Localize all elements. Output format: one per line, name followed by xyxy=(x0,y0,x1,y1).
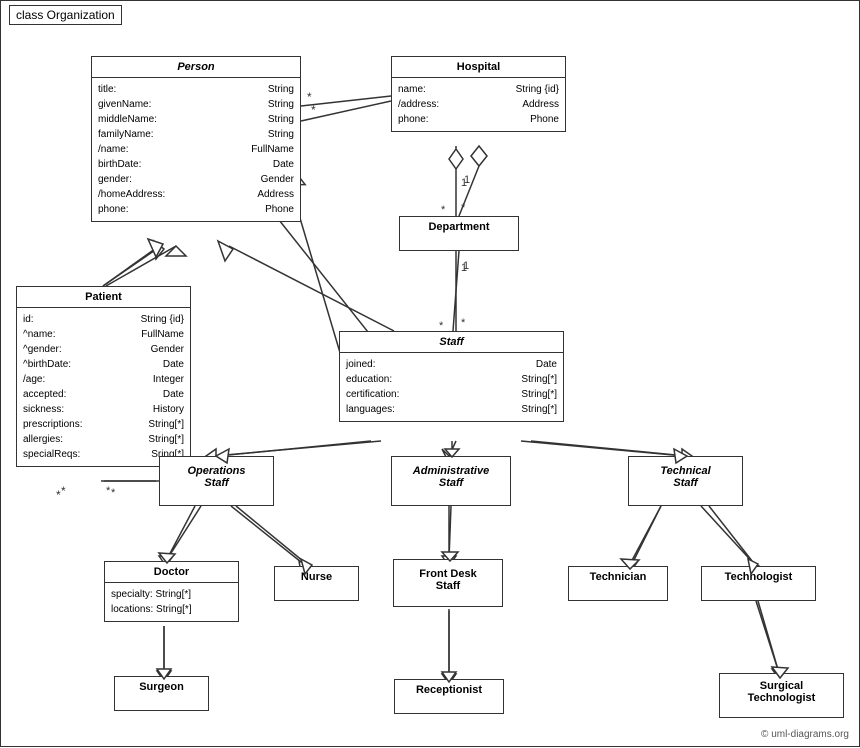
svg-text:*: * xyxy=(56,488,61,502)
svg-text:*: * xyxy=(106,485,111,497)
svg-text:1: 1 xyxy=(464,174,470,186)
svg-text:*: * xyxy=(307,90,312,104)
receptionist-header: Receptionist xyxy=(395,680,503,700)
operations-staff-header: OperationsStaff xyxy=(160,457,273,497)
patient-attrs: id:String {id} ^name:FullName ^gender:Ge… xyxy=(17,308,190,466)
svg-text:*: * xyxy=(461,202,466,214)
person-attrs: title:String givenName:String middleName… xyxy=(92,78,300,221)
person-class: Person title:String givenName:String mid… xyxy=(91,56,301,222)
person-header: Person xyxy=(92,57,300,78)
staff-attrs: joined:Date education:String[*] certific… xyxy=(340,353,563,421)
technician-class: Technician xyxy=(568,566,668,601)
surgical-technologist-header: SurgicalTechnologist xyxy=(720,674,843,710)
front-desk-staff-header: Front DeskStaff xyxy=(394,560,502,600)
copyright: © uml-diagrams.org xyxy=(761,729,849,740)
nurse-class: Nurse xyxy=(274,566,359,601)
technician-header: Technician xyxy=(569,567,667,587)
technologist-class: Technologist xyxy=(701,566,816,601)
svg-text:*: * xyxy=(311,103,316,117)
admin-staff-class: AdministrativeStaff xyxy=(391,456,511,506)
surgeon-header: Surgeon xyxy=(115,677,208,697)
doctor-attrs: specialty: String[*] locations: String[*… xyxy=(105,583,238,621)
svg-text:*: * xyxy=(111,487,116,499)
doctor-class: Doctor specialty: String[*] locations: S… xyxy=(104,561,239,622)
staff-header: Staff xyxy=(340,332,563,353)
department-header: Department xyxy=(400,217,518,237)
diagram-title: class Organization xyxy=(9,5,122,25)
svg-text:*: * xyxy=(61,484,66,498)
hospital-class: Hospital name:String {id} /address:Addre… xyxy=(391,56,566,132)
operations-staff-class: OperationsStaff xyxy=(159,456,274,506)
department-class: Department xyxy=(399,216,519,251)
hospital-attrs: name:String {id} /address:Address phone:… xyxy=(392,78,565,131)
surgeon-class: Surgeon xyxy=(114,676,209,711)
patient-class: Patient id:String {id} ^name:FullName ^g… xyxy=(16,286,191,467)
technologist-header: Technologist xyxy=(702,567,815,587)
receptionist-class: Receptionist xyxy=(394,679,504,714)
admin-staff-header: AdministrativeStaff xyxy=(392,457,510,497)
hospital-header: Hospital xyxy=(392,57,565,78)
front-desk-staff-class: Front DeskStaff xyxy=(393,559,503,607)
doctor-header: Doctor xyxy=(105,562,238,583)
surgical-technologist-class: SurgicalTechnologist xyxy=(719,673,844,718)
svg-text:*: * xyxy=(461,317,466,329)
diagram-container: class Organization * 1 * 1 * xyxy=(0,0,860,747)
technical-staff-header: TechnicalStaff xyxy=(629,457,742,497)
staff-class: Staff joined:Date education:String[*] ce… xyxy=(339,331,564,422)
svg-text:1: 1 xyxy=(463,260,469,272)
svg-text:1: 1 xyxy=(461,177,467,189)
technical-staff-class: TechnicalStaff xyxy=(628,456,743,506)
patient-header: Patient xyxy=(17,287,190,308)
svg-text:1: 1 xyxy=(461,262,467,274)
svg-text:*: * xyxy=(441,204,446,216)
nurse-header: Nurse xyxy=(275,567,358,587)
